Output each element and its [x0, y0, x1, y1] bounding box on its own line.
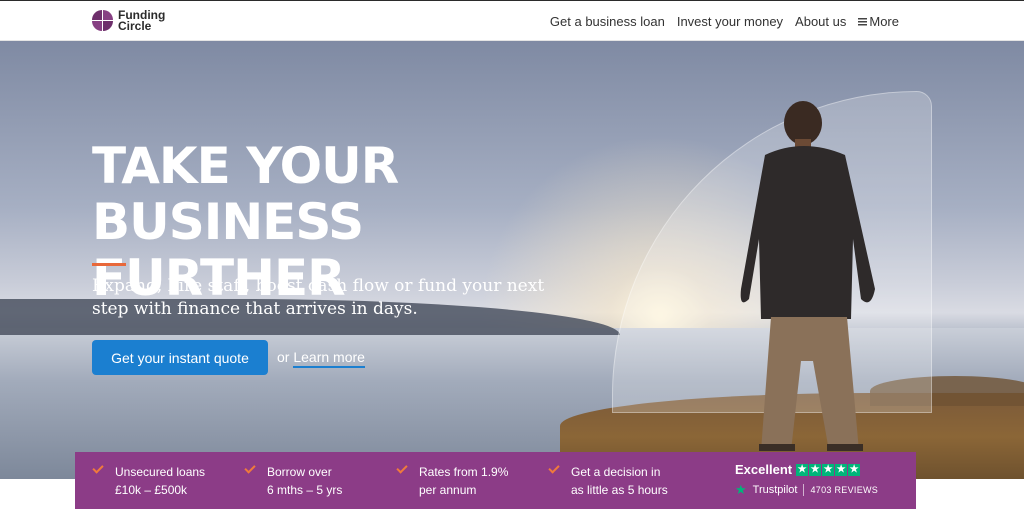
trustpilot-meta: ★ Trustpilot 4703 REVIEWS	[735, 482, 905, 498]
star-icon: ★	[848, 463, 861, 476]
feature-line1: Unsecured loans	[115, 465, 206, 479]
get-instant-quote-button[interactable]: Get your instant quote	[92, 340, 268, 375]
nav-more-menu[interactable]: More	[858, 14, 899, 29]
headline-accent-divider	[92, 263, 126, 266]
trustpilot-star-icon: ★	[735, 482, 747, 497]
loan-features-strip: Unsecured loans £10k – £500k Borrow over…	[75, 452, 916, 509]
or-text: or	[277, 349, 290, 365]
hero-banner: Take your business further Expand, hire …	[0, 41, 1024, 479]
feature-line1: Rates from 1.9%	[419, 465, 509, 479]
check-icon	[244, 462, 256, 474]
star-icon: ★	[809, 463, 822, 476]
logo-text-line2: Circle	[118, 19, 152, 33]
star-icon: ★	[835, 463, 848, 476]
check-icon	[396, 462, 408, 474]
trustpilot-widget[interactable]: Excellent ★ ★ ★ ★ ★ ★ Trustpilot 4703 RE…	[735, 462, 905, 498]
feature-line1: Get a decision in	[571, 465, 661, 479]
feature-line2: 6 mths – 5 yrs	[267, 483, 343, 497]
check-icon	[548, 462, 560, 474]
trustpilot-brand: Trustpilot	[752, 484, 798, 496]
star-icon: ★	[822, 463, 835, 476]
funding-circle-logo[interactable]: Funding Circle	[92, 9, 165, 33]
trustpilot-review-count: 4703 REVIEWS	[810, 485, 879, 495]
feature-line2: per annum	[419, 483, 477, 497]
man-standing-illustration	[740, 101, 875, 451]
feature-unsecured-loans: Unsecured loans £10k – £500k	[75, 452, 227, 509]
nav-invest-your-money[interactable]: Invest your money	[677, 14, 783, 29]
trustpilot-rating-label: Excellent	[735, 462, 793, 477]
site-header: Funding Circle Get a business loan Inves…	[0, 0, 1024, 41]
star-icon: ★	[796, 463, 809, 476]
feature-decision-time: Get a decision in as little as 5 hours	[531, 452, 683, 509]
page: Funding Circle Get a business loan Inves…	[0, 0, 1024, 520]
hamburger-menu-icon	[858, 18, 868, 26]
learn-more-group: or Learn more	[277, 349, 365, 368]
nav-get-business-loan[interactable]: Get a business loan	[550, 14, 665, 29]
trustpilot-stars: ★ ★ ★ ★ ★	[796, 463, 861, 476]
learn-more-link[interactable]: Learn more	[293, 349, 365, 368]
main-nav: Get a business loan Invest your money Ab…	[550, 14, 899, 29]
logo-text: Funding Circle	[118, 9, 165, 33]
feature-rates: Rates from 1.9% per annum	[379, 452, 531, 509]
nav-about-us[interactable]: About us	[795, 14, 846, 29]
feature-borrow-term: Borrow over 6 mths – 5 yrs	[227, 452, 379, 509]
logo-mark-icon	[92, 10, 114, 32]
feature-line2: £10k – £500k	[115, 483, 188, 497]
hero-subcopy: Expand, hire staff, boost cash flow or f…	[92, 276, 545, 319]
check-icon	[92, 462, 104, 474]
trustpilot-rating: Excellent ★ ★ ★ ★ ★	[735, 462, 905, 477]
nav-more-label: More	[869, 14, 899, 29]
feature-line1: Borrow over	[267, 465, 332, 479]
divider	[803, 484, 805, 496]
feature-line2: as little as 5 hours	[571, 483, 668, 497]
